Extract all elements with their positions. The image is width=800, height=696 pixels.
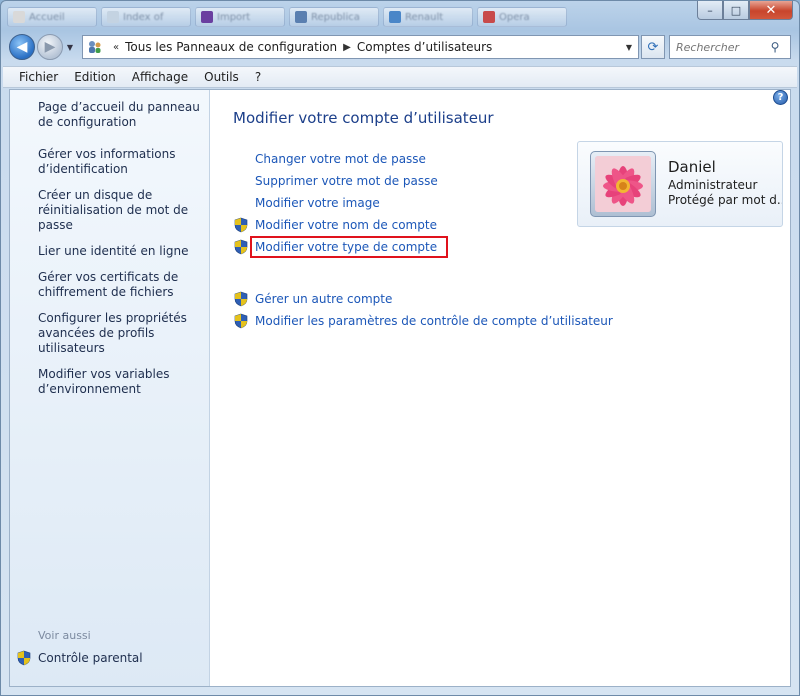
change-picture-link[interactable]: Modifier votre image bbox=[255, 196, 380, 210]
sidebar-link-advanced-profiles[interactable]: Configurer les propriétés avancées de pr… bbox=[38, 311, 206, 356]
breadcrumb-all-control-panel[interactable]: Tous les Panneaux de configuration bbox=[125, 40, 337, 54]
parental-controls-label[interactable]: Contrôle parental bbox=[38, 651, 143, 665]
navigation-bar: ◀ ▶ ▼ « Tous les Panneaux de configurati… bbox=[9, 33, 791, 61]
background-tab: Renault bbox=[383, 7, 473, 27]
refresh-button[interactable]: ⟳ bbox=[641, 35, 665, 59]
sidebar-link-credentials[interactable]: Gérer vos informations d’identification bbox=[38, 147, 206, 177]
minimize-button[interactable]: – bbox=[697, 1, 723, 20]
tab-icon bbox=[389, 11, 401, 23]
sidebar-link-online-id[interactable]: Lier une identité en ligne bbox=[38, 244, 206, 259]
address-bar[interactable]: « Tous les Panneaux de configuration ▶ C… bbox=[82, 35, 639, 59]
sidebar-link-environment-variables[interactable]: Modifier vos variables d’environnement bbox=[38, 367, 206, 397]
background-tab: Republica bbox=[289, 7, 379, 27]
breadcrumb-separator-icon[interactable]: ▶ bbox=[343, 42, 351, 53]
uac-shield-icon bbox=[234, 291, 248, 307]
uac-shield-icon bbox=[234, 313, 248, 329]
task-item: Changer votre mot de passe bbox=[233, 148, 613, 170]
task-item: Modifier votre image bbox=[233, 192, 613, 214]
maximize-button[interactable]: □ bbox=[723, 1, 749, 20]
tab-icon bbox=[107, 11, 119, 23]
arrow-left-icon: ◀ bbox=[16, 39, 28, 55]
task-item: Modifier votre nom de compte bbox=[233, 214, 613, 236]
see-also-heading: Voir aussi bbox=[38, 629, 91, 642]
change-password-link[interactable]: Changer votre mot de passe bbox=[255, 152, 426, 166]
task-item: Modifier votre type de compte bbox=[233, 236, 613, 258]
uac-shield-icon bbox=[234, 217, 248, 233]
breadcrumb-overflow[interactable]: « bbox=[113, 42, 119, 53]
uac-shield-icon bbox=[234, 239, 248, 255]
search-box[interactable]: ⚲ bbox=[669, 35, 791, 59]
content-area: Page d’accueil du panneau de configurati… bbox=[9, 89, 791, 687]
menu-tools[interactable]: Outils bbox=[196, 68, 247, 86]
control-panel-users-icon bbox=[87, 39, 103, 55]
change-account-name-link[interactable]: Modifier votre nom de compte bbox=[255, 218, 437, 232]
control-panel-window: Accueil Index of Import Republica Renaul… bbox=[0, 0, 800, 696]
sidebar-link-password-reset-disk[interactable]: Créer un disque de réinitialisation de m… bbox=[38, 188, 206, 233]
refresh-icon: ⟳ bbox=[647, 39, 659, 55]
menu-bar: Fichier Edition Affichage Outils ? bbox=[3, 66, 797, 88]
breadcrumb-user-accounts[interactable]: Comptes d’utilisateurs bbox=[357, 40, 492, 54]
address-dropdown-icon[interactable]: ▼ bbox=[620, 43, 638, 52]
parental-controls-link[interactable]: Contrôle parental bbox=[16, 650, 143, 666]
background-tab: Import bbox=[195, 7, 285, 27]
uac-settings-link[interactable]: Modifier les paramètres de contrôle de c… bbox=[255, 314, 613, 328]
background-taskbar: Accueil Index of Import Republica Renaul… bbox=[1, 1, 689, 29]
background-tab: Opera bbox=[477, 7, 567, 27]
close-button[interactable]: ✕ bbox=[749, 1, 793, 20]
help-icon[interactable]: ? bbox=[773, 90, 788, 105]
search-icon[interactable]: ⚲ bbox=[766, 40, 784, 54]
tab-icon bbox=[295, 11, 307, 23]
change-account-type-link[interactable]: Modifier votre type de compte bbox=[255, 240, 437, 254]
task-list: Changer votre mot de passe Supprimer vot… bbox=[233, 148, 613, 332]
menu-edit[interactable]: Edition bbox=[66, 68, 124, 86]
task-item: Supprimer votre mot de passe bbox=[233, 170, 613, 192]
tab-icon bbox=[13, 11, 25, 23]
highlight-box: Modifier votre type de compte bbox=[250, 236, 449, 258]
back-button[interactable]: ◀ bbox=[9, 34, 35, 60]
sidebar-link-control-panel-home[interactable]: Page d’accueil du panneau de configurati… bbox=[38, 100, 206, 130]
menu-help[interactable]: ? bbox=[247, 68, 269, 86]
manage-another-account-link[interactable]: Gérer un autre compte bbox=[255, 292, 392, 306]
recent-pages-dropdown[interactable]: ▼ bbox=[64, 43, 76, 52]
flower-picture-icon bbox=[595, 156, 651, 212]
user-account-card: Daniel Administrateur Protégé par mot d.… bbox=[577, 141, 783, 227]
menu-file[interactable]: Fichier bbox=[11, 68, 66, 86]
tab-icon bbox=[483, 11, 495, 23]
arrow-right-icon: ▶ bbox=[44, 39, 56, 55]
sidebar-link-encryption-certificates[interactable]: Gérer vos certificats de chiffrement de … bbox=[38, 270, 206, 300]
window-caption-buttons: – □ ✕ bbox=[697, 1, 793, 20]
menu-view[interactable]: Affichage bbox=[124, 68, 196, 86]
forward-button[interactable]: ▶ bbox=[37, 34, 63, 60]
background-tab: Index of bbox=[101, 7, 191, 27]
remove-password-link[interactable]: Supprimer votre mot de passe bbox=[255, 174, 438, 188]
page-title: Modifier votre compte d’utilisateur bbox=[233, 109, 494, 127]
search-input[interactable] bbox=[676, 40, 766, 54]
uac-shield-icon bbox=[17, 650, 31, 666]
user-name: Daniel bbox=[668, 160, 716, 176]
user-info: Daniel Administrateur Protégé par mot d.… bbox=[668, 160, 782, 208]
background-tab: Accueil bbox=[7, 7, 97, 27]
user-role: Administrateur bbox=[668, 178, 758, 192]
tab-icon bbox=[201, 11, 213, 23]
task-item: Modifier les paramètres de contrôle de c… bbox=[233, 310, 613, 332]
task-pane: Page d’accueil du panneau de configurati… bbox=[10, 90, 210, 686]
avatar[interactable] bbox=[590, 151, 656, 217]
main-pane: ? Modifier votre compte d’utilisateur Ch… bbox=[210, 90, 790, 686]
task-item: Gérer un autre compte bbox=[233, 288, 613, 310]
user-password-status: Protégé par mot d... bbox=[668, 193, 782, 207]
